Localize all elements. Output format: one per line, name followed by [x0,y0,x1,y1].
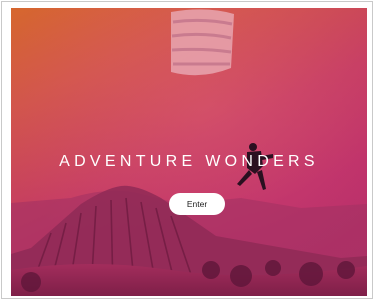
enter-button[interactable]: Enter [169,193,225,215]
hero-background-image [11,8,367,296]
page-frame: ADVENTURE WONDERS Enter [1,1,373,299]
parachute-canopy [171,9,234,76]
hero-title: ADVENTURE WONDERS [59,153,319,170]
hero-banner: ADVENTURE WONDERS Enter [11,8,367,296]
